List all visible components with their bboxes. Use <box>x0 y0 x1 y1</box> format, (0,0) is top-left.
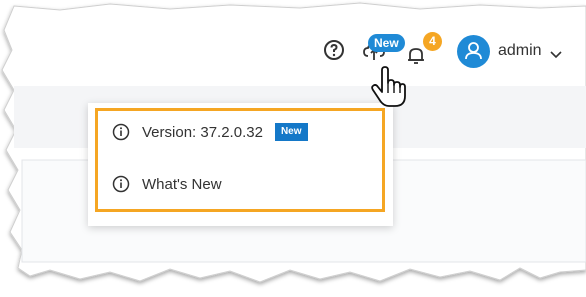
update-new-badge: New <box>368 34 405 52</box>
highlight-box <box>95 108 385 212</box>
chevron-down-icon[interactable] <box>550 50 562 60</box>
user-name[interactable]: admin <box>498 42 542 60</box>
notification-count-badge: 4 <box>423 32 442 51</box>
avatar[interactable] <box>457 35 490 68</box>
hand-pointer-icon <box>371 66 406 107</box>
top-header: New 4 admin <box>0 0 586 90</box>
user-icon <box>465 42 482 60</box>
help-icon[interactable] <box>322 38 346 62</box>
bell-icon[interactable] <box>405 44 427 66</box>
